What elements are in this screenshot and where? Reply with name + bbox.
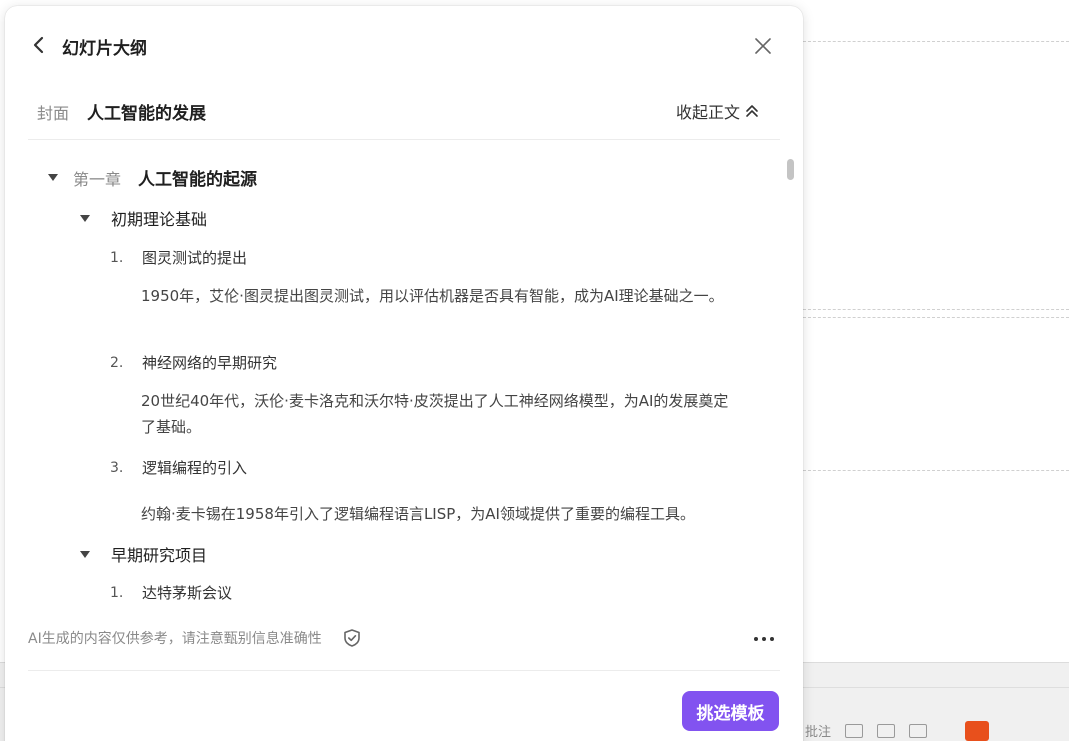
collapse-triangle-icon[interactable] [80, 214, 90, 222]
chapter-title[interactable]: 人工智能的起源 [138, 165, 257, 190]
outline-content[interactable]: 第一章 人工智能的起源 初期理论基础 1. 图灵测试的提出 1950年，艾伦·图… [5, 146, 786, 606]
section-heading[interactable]: 早期研究项目 [80, 542, 207, 566]
back-arrow-icon[interactable] [29, 34, 51, 56]
item-body[interactable]: 1950年，艾伦·图灵提出图灵测试，用以评估机器是否具有智能，成为AI理论基础之… [141, 283, 741, 309]
slide-divider [803, 470, 1069, 471]
view-normal-icon[interactable] [845, 723, 864, 738]
panel-header: 幻灯片大纲 [5, 6, 803, 86]
item-number: 1. [110, 249, 124, 266]
list-item[interactable]: 2. 神经网络的早期研究 [110, 352, 277, 373]
cover-title[interactable]: 人工智能的发展 [87, 99, 206, 124]
item-number: 1. [110, 584, 124, 601]
slide-divider [803, 309, 1069, 310]
collapse-body-button[interactable]: 收起正文 [676, 99, 760, 123]
more-dots-icon[interactable] [752, 634, 776, 644]
footer-divider [28, 670, 780, 671]
ai-disclaimer: AI生成的内容仅供参考，请注意甄别信息准确性 [28, 628, 362, 648]
view-grid-icon[interactable] [877, 723, 896, 738]
item-body[interactable]: 约翰·麦卡锡在1958年引入了逻辑编程语言LISP，为AI领域提供了重要的编程工… [141, 501, 741, 527]
section-title[interactable]: 早期研究项目 [111, 542, 207, 566]
item-number: 2. [110, 354, 124, 371]
shield-check-icon[interactable] [342, 628, 362, 648]
collapse-triangle-icon[interactable] [80, 550, 90, 558]
item-number: 3. [110, 459, 124, 476]
item-title[interactable]: 逻辑编程的引入 [142, 457, 247, 478]
status-bar: 批注 [803, 720, 1069, 741]
item-title[interactable]: 神经网络的早期研究 [142, 352, 277, 373]
cover-label: 封面 [37, 104, 70, 123]
slide-divider [803, 317, 1069, 318]
collapse-body-label: 收起正文 [675, 103, 740, 122]
panel-title: 幻灯片大纲 [62, 39, 147, 59]
collapse-triangle-icon[interactable] [48, 174, 58, 181]
disclaimer-text: AI生成的内容仅供参考，请注意甄别信息准确性 [28, 631, 322, 647]
comment-label[interactable]: 批注 [805, 721, 831, 740]
section-title[interactable]: 初期理论基础 [111, 206, 207, 230]
scrollbar-thumb[interactable] [787, 159, 794, 180]
list-item[interactable]: 1. 达特茅斯会议 [110, 582, 232, 603]
chapter-heading[interactable]: 第一章 人工智能的起源 [45, 165, 257, 190]
pick-template-button[interactable]: 挑选模板 [682, 691, 779, 731]
list-item[interactable]: 1. 图灵测试的提出 [110, 247, 247, 268]
section-heading[interactable]: 初期理论基础 [80, 206, 207, 230]
view-reading-icon[interactable] [909, 723, 928, 738]
cover-row: 封面 人工智能的发展 收起正文 [28, 86, 780, 140]
list-item[interactable]: 3. 逻辑编程的引入 [110, 457, 247, 478]
item-title[interactable]: 图灵测试的提出 [142, 247, 247, 268]
slide-divider [803, 41, 1069, 42]
chapter-label: 第一章 [73, 169, 122, 189]
slide-outline-panel: 幻灯片大纲 封面 人工智能的发展 收起正文 第一章 人工智能的起源 初期理论基础 [5, 6, 803, 741]
item-body[interactable]: 20世纪40年代，沃伦·麦卡洛克和沃尔特·皮茨提出了人工神经网络模型，为AI的发… [141, 388, 741, 440]
play-slideshow-button[interactable] [965, 720, 990, 741]
double-chevron-up-icon [746, 105, 758, 117]
close-icon[interactable] [753, 36, 773, 56]
item-title[interactable]: 达特茅斯会议 [142, 582, 232, 603]
